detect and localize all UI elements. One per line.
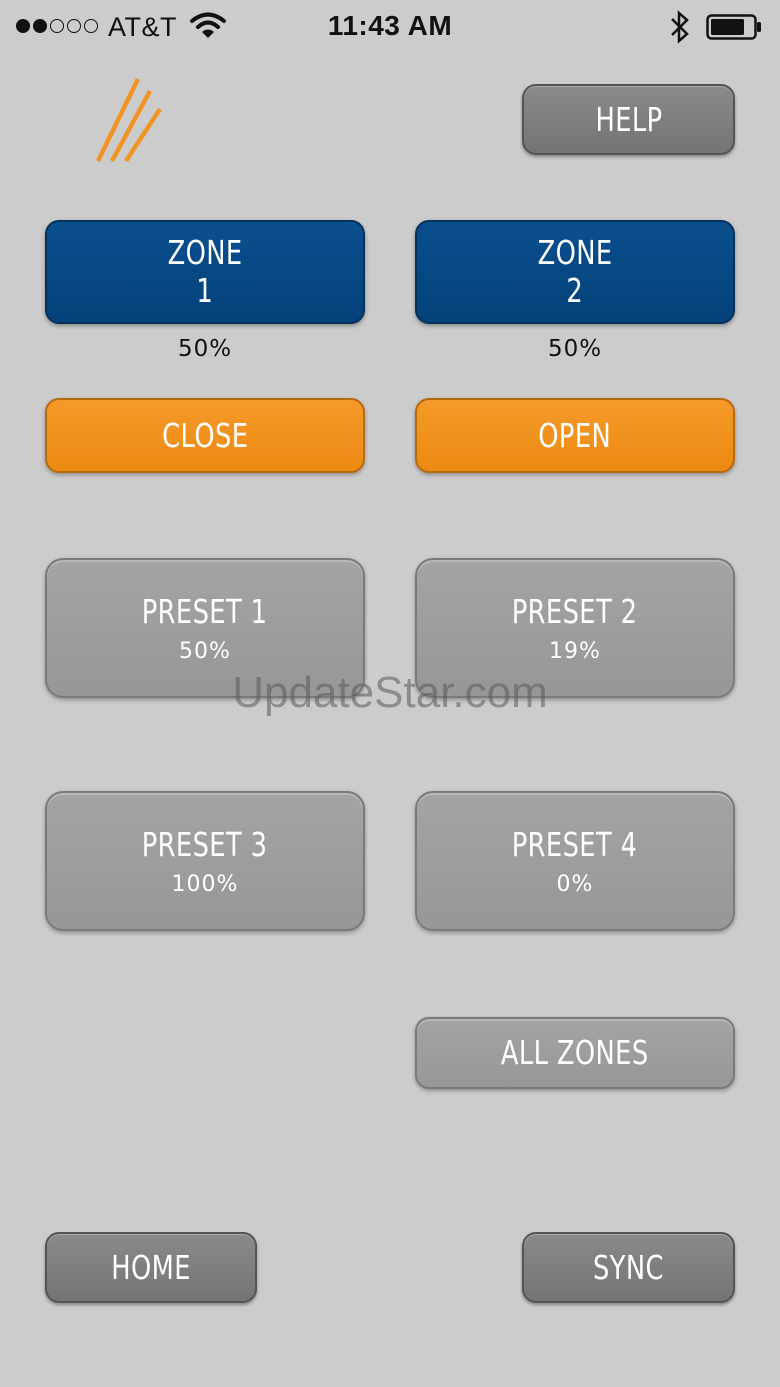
preset-4-button[interactable]: PRESET 4 0% — [415, 791, 735, 931]
status-bar: AT&T 11:43 AM — [0, 0, 780, 54]
preset-3-value: 100% — [171, 871, 239, 897]
brand-logo — [96, 78, 162, 162]
home-label: HOME — [111, 1247, 191, 1287]
zone-2-number: 2 — [566, 271, 584, 310]
preset-2-label: PRESET 2 — [512, 591, 638, 631]
preset-1-value: 50% — [179, 638, 231, 664]
battery-icon — [706, 14, 761, 40]
preset-2-value: 19% — [549, 638, 601, 664]
all-zones-label: ALL ZONES — [501, 1033, 649, 1072]
preset-1-label: PRESET 1 — [142, 591, 268, 631]
preset-3-button[interactable]: PRESET 3 100% — [45, 791, 365, 931]
open-label: OPEN — [538, 415, 612, 455]
zone-2-button[interactable]: ZONE 2 — [415, 220, 735, 324]
help-button[interactable]: HELP — [522, 84, 735, 155]
preset-4-label: PRESET 4 — [512, 824, 638, 864]
sync-button[interactable]: SYNC — [522, 1232, 735, 1303]
zone-1-label: ZONE — [167, 233, 243, 272]
all-zones-button[interactable]: ALL ZONES — [415, 1017, 735, 1089]
status-time: 11:43 AM — [327, 10, 453, 41]
sync-label: SYNC — [593, 1247, 664, 1287]
home-button[interactable]: HOME — [45, 1232, 257, 1303]
help-label: HELP — [594, 99, 663, 139]
zone-1-percent: 50% — [177, 336, 233, 362]
preset-4-value: 0% — [556, 871, 594, 897]
zone-1-button[interactable]: ZONE 1 — [45, 220, 365, 324]
preset-2-button[interactable]: PRESET 2 19% — [415, 558, 735, 698]
bluetooth-icon — [671, 10, 689, 44]
close-label: CLOSE — [161, 415, 249, 455]
zone-2-label: ZONE — [537, 233, 613, 272]
open-button[interactable]: OPEN — [415, 398, 735, 473]
preset-1-button[interactable]: PRESET 1 50% — [45, 558, 365, 698]
zone-1-number: 1 — [196, 271, 214, 310]
zone-2-percent: 50% — [547, 336, 603, 362]
close-button[interactable]: CLOSE — [45, 398, 365, 473]
preset-3-label: PRESET 3 — [142, 824, 268, 864]
